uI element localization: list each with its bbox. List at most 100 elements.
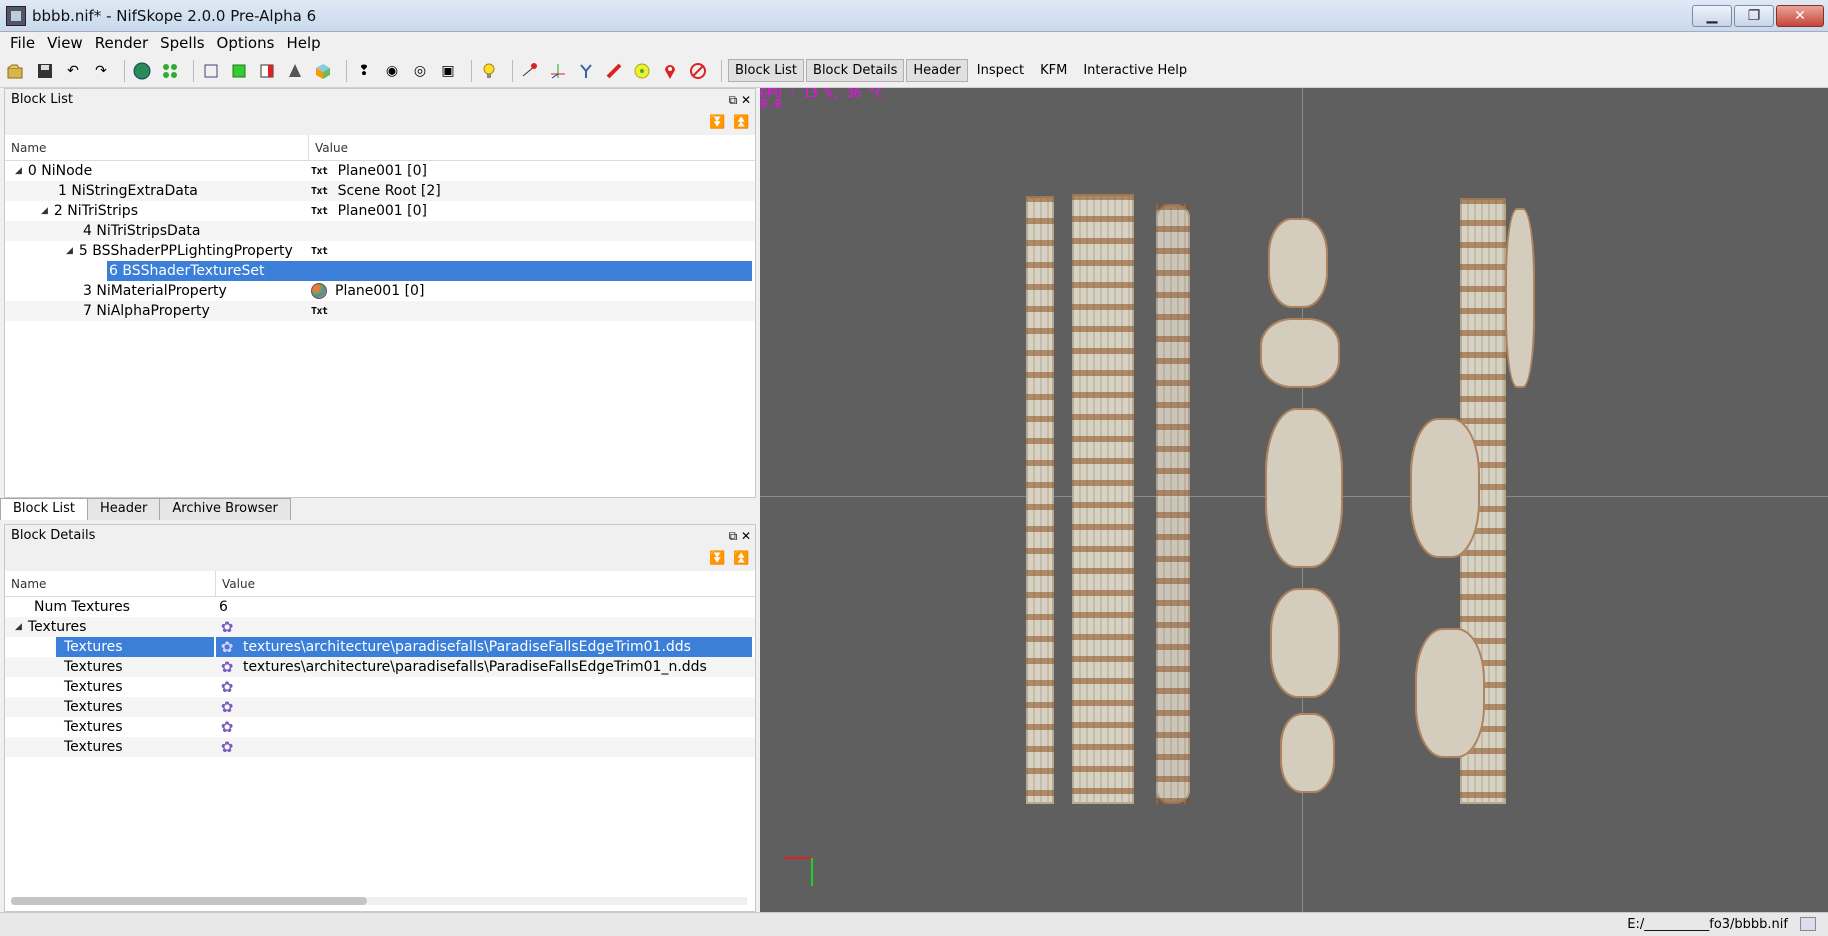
tree-row[interactable]: Textures ✿ [5, 677, 755, 697]
toolbar-tab-header[interactable]: Header [906, 59, 968, 82]
txt-icon: Txt [311, 205, 328, 217]
minimize-button[interactable]: ▁ [1692, 5, 1732, 27]
toolbar-tab-block-details[interactable]: Block Details [806, 59, 905, 82]
map-pin-icon[interactable] [659, 60, 681, 82]
tree-row[interactable]: ◢ 0 NiNode Txt Plane001 [0] [5, 161, 755, 181]
close-button[interactable]: ✕ [1776, 5, 1824, 27]
tree-row[interactable]: 4 NiTriStripsData [5, 221, 755, 241]
eye-icon[interactable]: ◉ [381, 60, 403, 82]
open-file-icon[interactable] [6, 60, 28, 82]
texture-flower-icon: ✿ [220, 698, 234, 716]
skeleton-icon[interactable] [575, 60, 597, 82]
tree-row[interactable]: Textures ✿ [5, 737, 755, 757]
txt-icon: Txt [311, 245, 328, 257]
expand-arrow-icon[interactable]: ◢ [15, 622, 22, 632]
block-details-title: Block Details [11, 528, 96, 543]
texture-mesh-patch [1505, 208, 1535, 388]
toolbar-tab-block-list[interactable]: Block List [728, 59, 805, 82]
tree-row[interactable]: Num Textures 6 [5, 597, 755, 617]
dark-shape-icon[interactable] [284, 60, 306, 82]
txt-icon: Txt [311, 185, 328, 197]
gpu-overlay: GPU : 13 %, 36 °C 0.0 [760, 88, 883, 110]
nifskope-app-icon [6, 5, 26, 26]
tree-row[interactable]: ◢ 5 BSShaderPPLightingProperty Txt [5, 241, 755, 261]
undo-icon[interactable]: ↶ [62, 60, 84, 82]
block-list-panel: Block List ⧉ ✕ ⏬ ⏫ Name Value ◢ 0 NiNode … [4, 88, 756, 498]
expand-all-icon[interactable]: ⏬ [709, 551, 725, 566]
tab-header[interactable]: Header [87, 498, 161, 520]
menu-view[interactable]: View [41, 34, 89, 52]
gpu-version-text: 0.0 [760, 97, 782, 111]
green-cube-icon[interactable] [228, 60, 250, 82]
menu-spells[interactable]: Spells [154, 34, 210, 52]
red-cube-icon[interactable] [256, 60, 278, 82]
points-icon[interactable] [159, 60, 181, 82]
row-value: 6 [219, 599, 228, 615]
column-name[interactable]: Name [5, 135, 309, 160]
row-value: textures\architecture\paradisefalls\Para… [243, 639, 691, 655]
tree-row[interactable]: 3 NiMaterialProperty Plane001 [0] [5, 281, 755, 301]
block-details-column-header: Name Value [5, 571, 755, 597]
expand-arrow-icon[interactable]: ◢ [66, 246, 73, 256]
redo-icon[interactable]: ↷ [90, 60, 112, 82]
expand-arrow-icon[interactable]: ◢ [15, 166, 22, 176]
row-label: 3 NiMaterialProperty [83, 283, 227, 299]
column-value[interactable]: Value [309, 135, 348, 160]
row-label: 7 NiAlphaProperty [83, 303, 210, 319]
axes-icon[interactable] [547, 60, 569, 82]
row-value: Plane001 [0] [335, 283, 425, 299]
menu-options[interactable]: Options [211, 34, 281, 52]
lightbulb-icon[interactable] [478, 60, 500, 82]
expand-all-icon[interactable]: ⏬ [709, 115, 725, 130]
toolbar-tab-inspect[interactable]: Inspect [970, 59, 1031, 82]
row-label: Textures [27, 619, 87, 635]
camera-icon[interactable]: ▣ [437, 60, 459, 82]
tree-row[interactable]: Textures ✿ [5, 697, 755, 717]
tree-row-selected[interactable]: Textures ✿ textures\architecture\paradise… [5, 637, 755, 657]
menu-help[interactable]: Help [280, 34, 326, 52]
node-red-icon[interactable] [519, 60, 541, 82]
tree-row[interactable]: ◢ Textures ✿ [5, 617, 755, 637]
toolbar-separator [471, 59, 472, 82]
color-cube-icon[interactable] [312, 60, 334, 82]
toolbar-tab-kfm[interactable]: KFM [1033, 59, 1074, 82]
no-constraint-icon[interactable] [687, 60, 709, 82]
row-value: Scene Root [2] [337, 183, 441, 199]
column-value[interactable]: Value [216, 571, 255, 596]
tree-row[interactable]: Textures ✿ textures\architecture\paradise… [5, 657, 755, 677]
block-details-header: Block Details ⧉ ✕ [5, 525, 755, 547]
collapse-all-icon[interactable]: ⏫ [733, 551, 749, 566]
panel-float-close[interactable]: ⧉ ✕ [729, 89, 751, 111]
maximize-button[interactable]: ❐ [1734, 5, 1774, 27]
menu-render[interactable]: Render [89, 34, 154, 52]
tab-block-list[interactable]: Block List [0, 498, 89, 520]
tab-archive-browser[interactable]: Archive Browser [159, 498, 291, 520]
tree-row[interactable]: Textures ✿ [5, 717, 755, 737]
render-viewport[interactable]: GPU : 13 %, 36 °C 0.0 [760, 88, 1828, 912]
row-value: Plane001 [0] [337, 203, 427, 219]
column-name[interactable]: Name [5, 571, 216, 596]
row-label: 6 BSShaderTextureSet [109, 263, 265, 279]
tree-row[interactable]: 7 NiAlphaProperty Txt [5, 301, 755, 321]
tree-row[interactable]: ◢ 2 NiTriStrips Txt Plane001 [0] [5, 201, 755, 221]
scrollbar-thumb[interactable] [11, 897, 367, 905]
horizontal-scrollbar[interactable] [11, 897, 747, 905]
target-icon[interactable] [631, 60, 653, 82]
save-file-icon[interactable] [34, 60, 56, 82]
toolbar-tab-interactive-help[interactable]: Interactive Help [1076, 59, 1194, 82]
globe-icon[interactable] [131, 60, 153, 82]
eye-hidden-icon[interactable]: ◎ [409, 60, 431, 82]
bone-icon[interactable] [603, 60, 625, 82]
tree-row-selected[interactable]: 6 BSShaderTextureSet [5, 261, 755, 281]
expand-arrow-icon[interactable]: ◢ [41, 206, 48, 216]
panel-float-close[interactable]: ⧉ ✕ [729, 525, 751, 547]
texture-flower-icon: ✿ [220, 618, 234, 636]
exclamation-icon[interactable]: ❢ [353, 60, 375, 82]
wire-cube-icon[interactable] [200, 60, 222, 82]
texture-flower-icon: ✿ [220, 658, 234, 676]
menu-file[interactable]: File [4, 34, 41, 52]
collapse-all-icon[interactable]: ⏫ [733, 115, 749, 130]
toolbar-separator [512, 59, 513, 82]
tree-row[interactable]: 1 NiStringExtraData Txt Scene Root [2] [5, 181, 755, 201]
axis-gizmo-y [811, 858, 813, 886]
